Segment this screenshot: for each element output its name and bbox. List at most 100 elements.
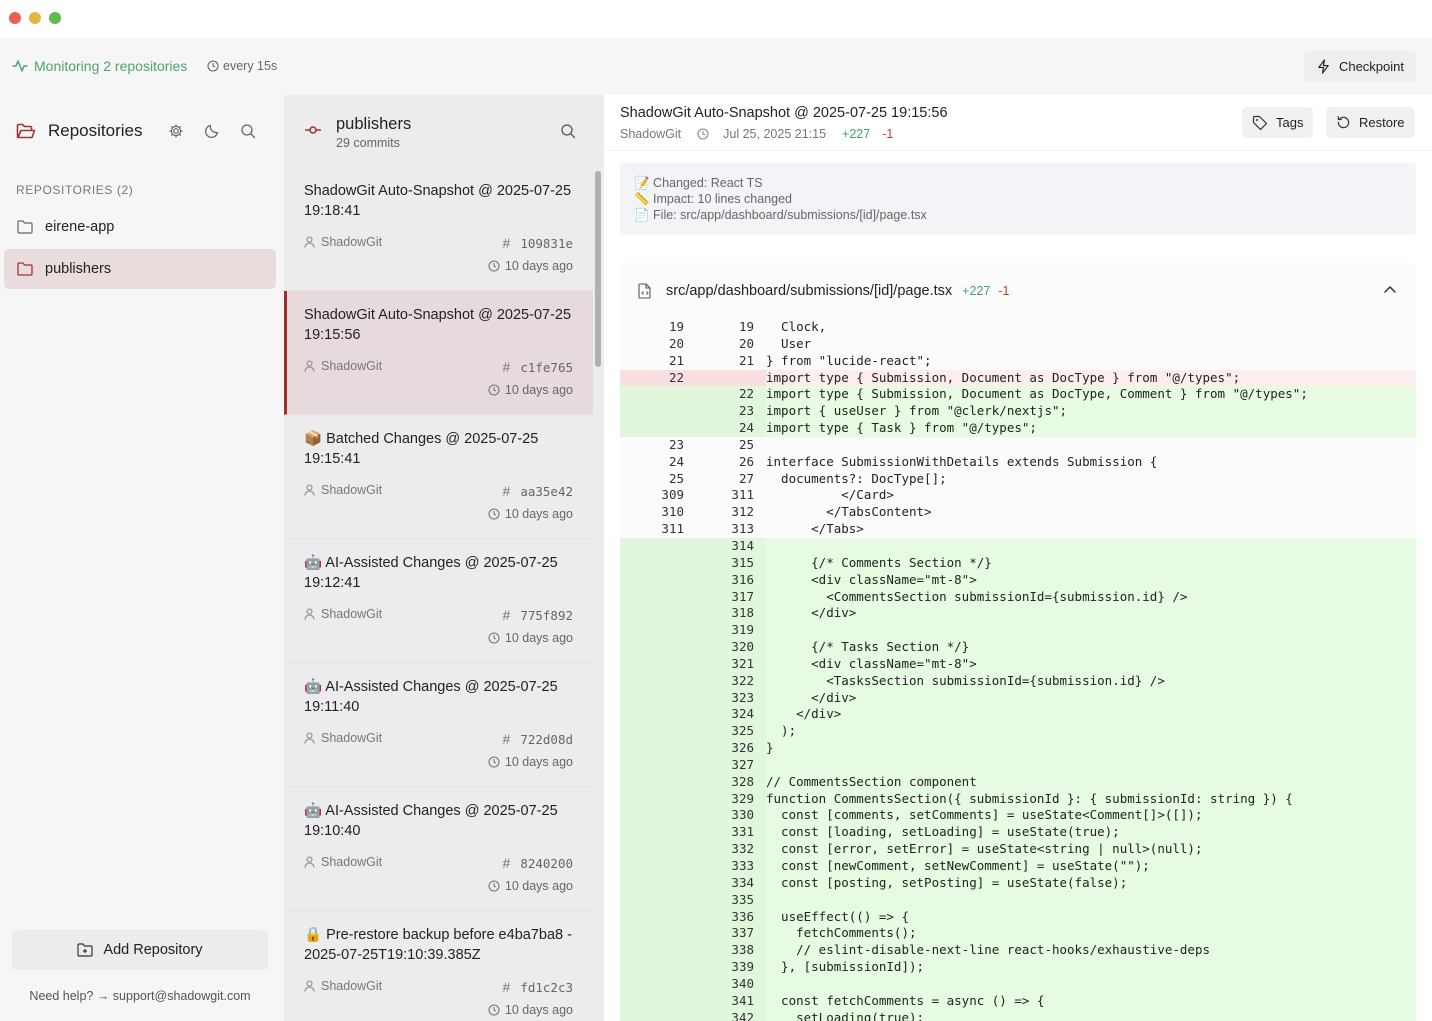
new-line-number: 321 — [731, 655, 754, 671]
old-line-number — [620, 875, 684, 892]
diff-gutter: 336 — [620, 908, 766, 926]
commit-deletions: -1 — [882, 127, 894, 141]
file-diff-card: src/app/dashboard/submissions/[id]/page.… — [620, 263, 1416, 1021]
tag-icon — [1252, 115, 1268, 130]
restore-rotate-icon — [1337, 116, 1350, 129]
new-line-number: 27 — [738, 470, 754, 486]
new-line-number: 25 — [738, 436, 754, 452]
commit-detail-panel: ShadowGit Auto-Snapshot @ 2025-07-25 19:… — [604, 95, 1432, 1021]
close-window-button[interactable] — [9, 12, 21, 24]
activity-icon — [12, 60, 28, 72]
diff-gutter: 325 — [620, 723, 766, 741]
commit-author: ShadowGit — [321, 607, 383, 621]
old-line-number — [620, 386, 684, 403]
folder-plus-icon — [77, 943, 94, 957]
hash-icon: # — [502, 855, 511, 871]
diff-gutter: 340 — [620, 975, 766, 993]
restore-button[interactable]: Restore — [1326, 107, 1415, 138]
clock-icon — [207, 60, 219, 72]
old-line-number: 310 — [661, 504, 684, 520]
diff-gutter: 333 — [620, 858, 766, 875]
monitoring-text: Monitoring 2 repositories — [34, 58, 188, 74]
old-line-number — [620, 993, 684, 1010]
diff-code: // eslint-disable-next-line react-hooks/… — [766, 942, 1211, 958]
repo-item-eirene-app[interactable]: eirene-app — [4, 207, 276, 247]
commit-hash-row: #8240200 — [503, 855, 573, 871]
commit-list-item[interactable]: 🔒 Pre-restore backup before e4ba7ba8 - 2… — [284, 911, 593, 1021]
file-code-icon — [638, 283, 651, 299]
old-line-number — [620, 807, 684, 824]
zoom-window-button[interactable] — [49, 12, 61, 24]
clock-icon — [488, 384, 500, 396]
old-line-number — [620, 976, 684, 993]
hash-icon: # — [502, 607, 511, 623]
diff-line-added: 334 const [posting, setPosting] = useSta… — [620, 874, 1416, 892]
diff-code: {/* Tasks Section */} — [766, 639, 970, 655]
new-line-number: 342 — [731, 1009, 754, 1021]
diff-code: setLoading(true); — [766, 1009, 925, 1021]
diff-code: documents?: DocType[]; — [766, 470, 947, 486]
diff-line-added: 322 <TasksSection submissionId={submissi… — [620, 672, 1416, 690]
diff-gutter: 309 311 — [620, 487, 766, 505]
repositories-sidebar: Repositories REPOSITORIES (2) eirene-app… — [0, 95, 284, 1021]
new-line-number: 325 — [731, 723, 754, 739]
new-line-number: 339 — [731, 959, 754, 975]
repositories-section-label: REPOSITORIES (2) — [16, 183, 134, 197]
commit-list-item[interactable]: ShadowGit Auto-Snapshot @ 2025-07-25 19:… — [284, 291, 593, 415]
chevron-up-icon[interactable] — [1384, 285, 1396, 293]
settings-gear-icon[interactable] — [168, 123, 184, 139]
tags-button[interactable]: Tags — [1242, 107, 1314, 138]
commit-author: ShadowGit — [620, 127, 682, 141]
diff-code: </div> — [766, 689, 857, 705]
diff-gutter: 334 — [620, 874, 766, 892]
summary-impact: 📏 Impact: 10 lines changed — [634, 192, 793, 206]
diff-line-added: 335 — [620, 891, 1416, 909]
diff-code: </div> — [766, 605, 857, 621]
commit-list-item[interactable]: 🤖 AI-Assisted Changes @ 2025-07-25 19:10… — [284, 787, 593, 911]
repo-name: publishers — [45, 261, 112, 277]
diff-code: } from "lucide-react"; — [766, 352, 932, 368]
commit-list-item[interactable]: ShadowGit Auto-Snapshot @ 2025-07-25 19:… — [284, 167, 593, 291]
file-diff-header[interactable]: src/app/dashboard/submissions/[id]/page.… — [620, 263, 1416, 319]
old-line-number — [620, 841, 684, 858]
git-commit-icon — [305, 126, 321, 134]
dark-mode-moon-icon[interactable] — [204, 123, 220, 139]
commit-list-item[interactable]: 📦 Batched Changes @ 2025-07-25 19:15:41 S… — [284, 415, 593, 539]
diff-gutter: 318 — [620, 605, 766, 623]
diff-line-added: 328 // CommentsSection component — [620, 773, 1416, 791]
user-icon — [304, 980, 315, 992]
repo-item-publishers[interactable]: publishers — [4, 249, 276, 289]
diff-line-added: 317 <CommentsSection submissionId={submi… — [620, 588, 1416, 606]
new-line-number: 315 — [731, 554, 754, 570]
commit-hash-row: # c1fe765 — [503, 359, 573, 375]
diff-code: import type { Submission, Document as Do… — [766, 386, 1308, 402]
search-icon[interactable] — [240, 123, 256, 139]
diff-code: // CommentsSection component — [766, 773, 977, 789]
checkpoint-button[interactable]: Checkpoint — [1303, 51, 1416, 82]
diff-line-added: 324 </div> — [620, 706, 1416, 724]
hash-icon: # — [502, 483, 511, 499]
minimize-window-button[interactable] — [29, 12, 41, 24]
commit-list-scrollbar[interactable] — [595, 171, 601, 367]
commit-title: 📦 Batched Changes @ 2025-07-25 19:15:41 — [304, 431, 539, 467]
clock-icon — [488, 632, 500, 644]
commit-search-icon[interactable] — [560, 123, 576, 139]
add-repository-button[interactable]: Add Repository — [12, 930, 268, 970]
commit-list-item[interactable]: 🤖 AI-Assisted Changes @ 2025-07-25 19:12… — [284, 539, 593, 663]
commit-author-row: ShadowGit — [304, 483, 382, 497]
diff-code: ); — [766, 723, 797, 739]
diff-code: </div> — [766, 706, 842, 722]
diff-code: useEffect(() => { — [766, 908, 909, 924]
diff-code: const [loading, setLoading] = useState(t… — [766, 824, 1120, 840]
old-line-number: 25 — [668, 470, 684, 486]
help-support-link[interactable]: Need help? → support@shadowgit.com — [0, 989, 280, 1003]
diff-gutter: 327 — [620, 756, 766, 774]
diff-gutter: 339 — [620, 959, 766, 976]
new-line-number: 332 — [731, 841, 754, 857]
commit-title: 🔒 Pre-restore backup before e4ba7ba8 - 2… — [304, 927, 572, 963]
new-line-number: 335 — [731, 891, 754, 907]
diff-line-context: 25 27 documents?: DocType[]; — [620, 470, 1416, 488]
diff-line-added: 331 const [loading, setLoading] = useSta… — [620, 824, 1416, 842]
old-line-number — [620, 858, 684, 875]
commit-list-item[interactable]: 🤖 AI-Assisted Changes @ 2025-07-25 19:11… — [284, 663, 593, 787]
